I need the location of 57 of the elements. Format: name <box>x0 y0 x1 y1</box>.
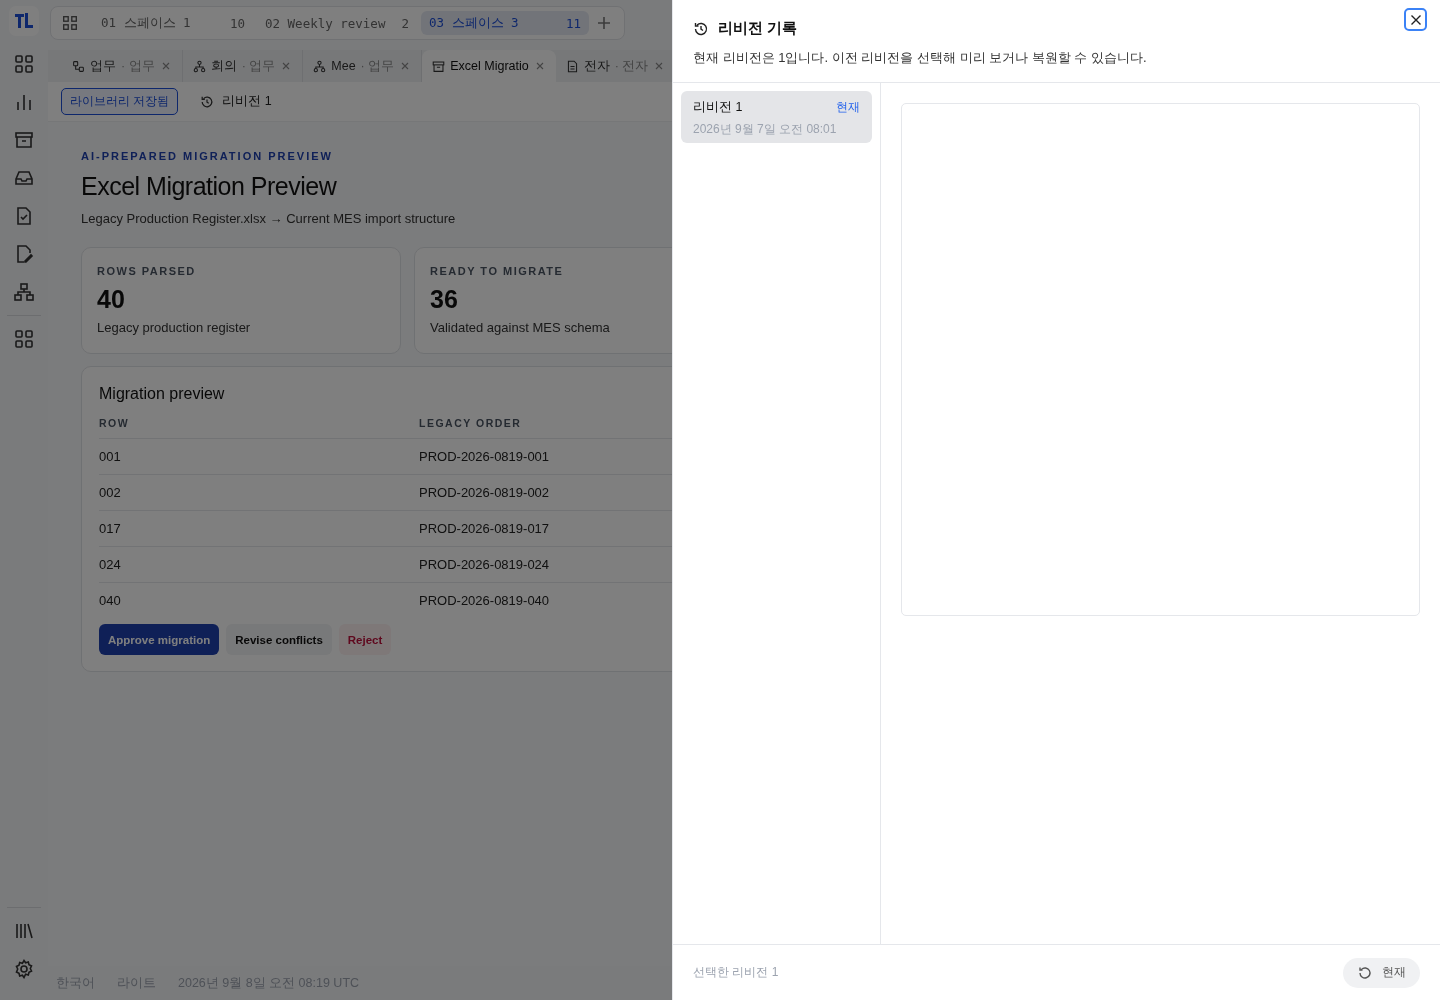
restore-icon <box>1357 964 1373 981</box>
document-icon <box>565 59 579 73</box>
table-cell: 040 <box>99 582 419 618</box>
stat-label: READY TO MIGRATE <box>430 265 565 277</box>
space-tab[interactable]: 01 스페이스 1 10 <box>93 11 253 35</box>
revision-item[interactable]: 리비전 1 현재 2026년 9월 7일 오전 08:01 <box>681 91 872 143</box>
space-tab[interactable]: 02 Weekly review 2 <box>257 11 417 35</box>
eyebrow-label: AI-PREPARED MIGRATION PREVIEW <box>81 150 334 162</box>
stat-value: 40 <box>97 285 126 314</box>
app-logo[interactable] <box>9 6 39 36</box>
drawer-title: 리비전 기록 <box>718 19 798 38</box>
page-subtitle: Legacy Production Register.xlsx → Current MES import structure <box>81 211 457 226</box>
document-tab[interactable]: Excel Migratio <box>422 50 556 82</box>
stat-caption: Legacy production register <box>97 320 252 335</box>
table-cell: 001 <box>99 438 419 475</box>
archive-icon <box>432 59 446 73</box>
hierarchy-icon[interactable] <box>14 282 34 302</box>
saved-badge: 라이브러리 저장됨 <box>61 88 179 115</box>
archive-icon[interactable] <box>14 130 34 150</box>
hierarchy-icon <box>313 59 327 73</box>
table-cell: 024 <box>99 546 419 583</box>
grid-icon[interactable] <box>14 54 34 74</box>
table-cell: 002 <box>99 474 419 511</box>
add-space-button[interactable] <box>597 16 611 30</box>
table-title: Migration preview <box>99 385 226 403</box>
grid-icon[interactable] <box>14 329 34 349</box>
revise-button[interactable]: Revise conflicts <box>226 624 332 655</box>
column-header: ROW <box>99 413 419 439</box>
library-icon[interactable] <box>14 921 34 941</box>
workflow-icon <box>72 59 85 73</box>
reject-button[interactable]: Reject <box>338 624 392 655</box>
table-cell: 017 <box>99 510 419 547</box>
revision-button[interactable]: 리비전 1 <box>194 92 278 111</box>
grid-icon[interactable] <box>61 14 79 32</box>
hierarchy-icon <box>192 59 206 73</box>
document-edit-icon[interactable] <box>14 244 34 264</box>
settings-icon[interactable] <box>14 959 34 979</box>
stat-caption: Validated against MES schema <box>430 320 611 335</box>
drawer-description: 현재 리비전은 1입니다. 이전 리비전을 선택해 미리 보거나 복원할 수 있습니다. <box>693 49 1148 67</box>
history-icon <box>693 20 709 37</box>
close-button[interactable] <box>1404 8 1427 31</box>
stat-value: 36 <box>430 285 459 314</box>
history-icon <box>200 94 215 109</box>
page-title: Excel Migration Preview <box>81 172 338 201</box>
revision-name: 리비전 1 <box>693 99 743 116</box>
stat-label: ROWS PARSED <box>97 265 197 277</box>
restore-button[interactable]: 현재 <box>1343 957 1420 988</box>
current-label: 현재 <box>836 99 860 116</box>
space-tab[interactable]: 03 스페이스 3 11 <box>421 11 589 35</box>
document-check-icon[interactable] <box>14 206 34 226</box>
close-icon <box>1409 13 1422 26</box>
selected-revision-label: 선택한 리비전 1 <box>693 964 779 981</box>
approve-button[interactable]: Approve migration <box>99 624 220 655</box>
revision-date: 2026년 9월 7일 오전 08:01 <box>693 121 838 138</box>
chart-icon[interactable] <box>14 92 34 112</box>
inbox-icon[interactable] <box>14 168 34 188</box>
table-cell: PROD-2026-0819-040 <box>419 582 739 618</box>
